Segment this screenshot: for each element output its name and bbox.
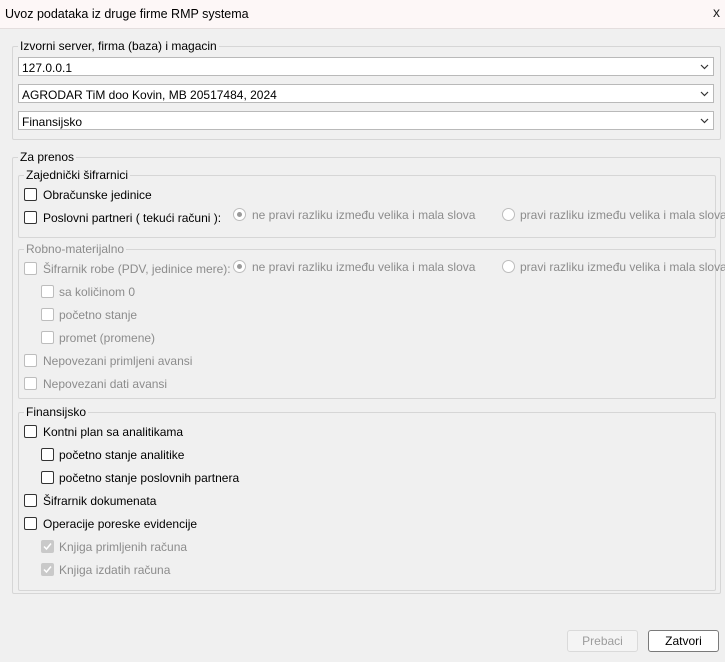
transfer-button[interactable]: Prebaci [567,630,638,652]
items-case-insensitive-label: ne pravi razliku između velika i mala sl… [252,260,476,274]
unlinked-given-label: Nepovezani dati avansi [43,377,168,391]
partners-checkbox[interactable] [24,211,37,224]
items-case-sensitive-radio[interactable] [502,260,515,273]
unlinked-given-checkbox[interactable] [24,377,37,390]
items-checkbox[interactable] [24,262,37,275]
opening-analytics-checkbox[interactable] [41,448,54,461]
finance-group-legend: Finansijsko [26,405,87,419]
issued-invoices-checkbox[interactable] [41,563,54,576]
opening-analytics-label: početno stanje analitike [59,448,185,462]
common-codes-legend: Zajednički šifrarnici [26,168,129,182]
unlinked-received-checkbox[interactable] [24,354,37,367]
tax-ops-checkbox[interactable] [24,517,37,530]
checkmark-icon [43,543,52,551]
items-label: Šifrarnik robe (PDV, jedinice mere): [43,262,231,276]
partners-label: Poslovni partneri ( tekući računi ): [43,211,222,225]
received-invoices-checkbox[interactable] [41,540,54,553]
zero-qty-label: sa količinom 0 [59,285,136,299]
zero-qty-checkbox[interactable] [41,285,54,298]
goods-group-legend: Robno-materijalno [26,242,125,256]
goods-opening-label: početno stanje [59,308,138,322]
chevron-down-icon [700,64,709,70]
partners-case-insensitive-radio[interactable] [233,208,246,221]
items-case-sensitive-label: pravi razliku između velika i mala slova [520,260,725,274]
items-case-insensitive-radio[interactable] [233,260,246,273]
close-icon[interactable]: x [713,4,720,20]
server-select[interactable]: 127.0.0.1 [18,57,714,76]
issued-invoices-label: Knjiga izdatih računa [59,563,171,577]
close-button[interactable]: Zatvori [648,630,719,652]
chart-of-accounts-checkbox[interactable] [24,425,37,438]
units-checkbox[interactable] [24,188,37,201]
common-codes-group: Zajednički šifrarnici [18,168,716,238]
turnover-label: promet (promene) [59,331,156,345]
goods-opening-checkbox[interactable] [41,308,54,321]
units-label: Obračunske jedinice [43,188,152,202]
opening-partners-checkbox[interactable] [41,471,54,484]
company-value: AGRODAR TiM doo Kovin, MB 20517484, 2024 [22,88,277,102]
received-invoices-label: Knjiga primljenih računa [59,540,188,554]
company-select[interactable]: AGRODAR TiM doo Kovin, MB 20517484, 2024 [18,84,714,103]
documents-checkbox[interactable] [24,494,37,507]
chevron-down-icon [700,118,709,124]
tax-ops-label: Operacije poreske evidencije [43,517,198,531]
opening-partners-label: početno stanje poslovnih partnera [59,471,240,485]
warehouse-value: Finansijsko [22,115,83,129]
chart-of-accounts-label: Kontni plan sa analitikama [43,425,184,439]
window-title: Uvoz podataka iz druge firme RMP systema [5,7,249,21]
unlinked-received-label: Nepovezani primljeni avansi [43,354,193,368]
server-value: 127.0.0.1 [22,61,73,75]
source-group-legend: Izvorni server, firma (baza) i magacin [20,39,217,53]
transfer-group-legend: Za prenos [20,150,75,164]
partners-case-sensitive-label: pravi razliku između velika i mala slova [520,208,725,222]
partners-case-sensitive-radio[interactable] [502,208,515,221]
documents-label: Šifrarnik dokumenata [43,494,157,508]
turnover-checkbox[interactable] [41,331,54,344]
chevron-down-icon [700,91,709,97]
checkmark-icon [43,566,52,574]
partners-case-insensitive-label: ne pravi razliku između velika i mala sl… [252,208,476,222]
warehouse-select[interactable]: Finansijsko [18,111,714,130]
